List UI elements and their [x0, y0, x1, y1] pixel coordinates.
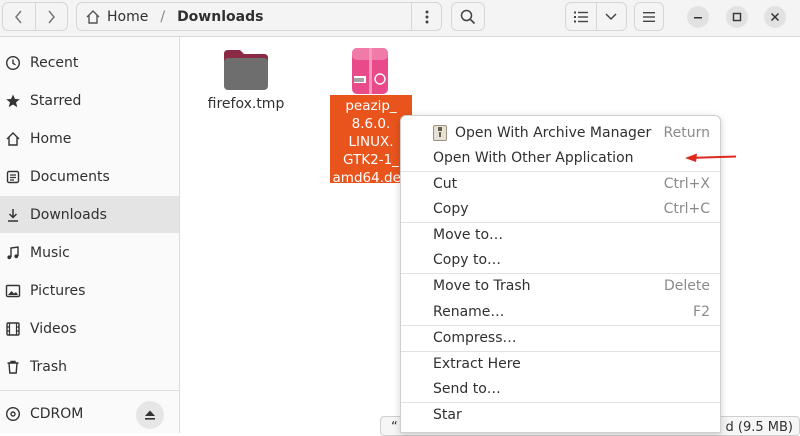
sidebar-item-downloads[interactable]: Downloads	[0, 196, 179, 233]
menu-item-label: Open With Other Application	[433, 149, 634, 166]
menu-item-accel: Ctrl+C	[663, 200, 710, 217]
sidebar-item-label: Trash	[30, 358, 67, 375]
sidebar-item-label: Music	[30, 244, 70, 261]
navigation-buttons	[2, 2, 68, 31]
file-name-line: peazip_	[345, 98, 397, 114]
menu-item-label: Rename…	[433, 303, 505, 320]
menu-item-star[interactable]: Star	[401, 402, 720, 427]
sidebar-item-label: Downloads	[30, 206, 107, 223]
sidebar-divider	[0, 390, 179, 391]
sidebar-item-label: Recent	[30, 54, 79, 71]
minimize-button[interactable]	[687, 6, 709, 28]
path-bar: Home / Downloads	[76, 2, 442, 31]
chevron-right-icon	[48, 10, 56, 23]
trash-icon	[5, 359, 21, 375]
context-menu: Open With Archive Manager Return Open Wi…	[400, 115, 721, 433]
list-view-button[interactable]	[566, 3, 597, 30]
close-button[interactable]	[764, 6, 786, 28]
sidebar-item-label: Documents	[30, 168, 110, 185]
eject-icon	[145, 410, 155, 420]
menu-item-move-to-trash[interactable]: Move to Trash Delete	[401, 273, 720, 298]
menu-item-accel: Delete	[664, 277, 710, 294]
menu-item-label: Send to…	[433, 380, 501, 397]
menu-item-label: Open With Archive Manager	[455, 124, 652, 141]
menu-item-send-to[interactable]: Send to…	[401, 376, 720, 401]
chevron-left-icon	[14, 10, 22, 23]
main-menu-button[interactable]	[634, 2, 664, 31]
menu-item-accel: Ctrl+X	[663, 175, 710, 192]
file-item-firefox-tmp[interactable]: firefox.tmp	[206, 48, 286, 112]
menu-item-label: Star	[433, 406, 462, 423]
menu-item-label: Move to…	[433, 226, 504, 243]
menu-item-label: Compress…	[433, 329, 517, 346]
path-home-label: Home	[107, 8, 149, 25]
kebab-menu-icon	[425, 10, 428, 23]
menu-item-rename[interactable]: Rename… F2	[401, 299, 720, 324]
menu-item-accel: F2	[693, 303, 710, 320]
menu-item-label: Move to Trash	[433, 277, 531, 294]
menu-item-move-to[interactable]: Move to…	[401, 222, 720, 247]
music-icon	[5, 245, 21, 261]
menu-item-open-with-other-application[interactable]: Open With Other Application	[401, 145, 720, 170]
chevron-down-icon	[605, 12, 617, 20]
view-switcher	[565, 2, 627, 31]
header-bar: Home / Downloads	[0, 0, 800, 37]
list-view-icon	[573, 11, 588, 22]
video-icon	[5, 321, 21, 337]
menu-item-accel: Return	[663, 124, 710, 141]
path-separator: /	[160, 8, 166, 25]
search-icon	[460, 9, 476, 24]
sidebar-item-videos[interactable]: Videos	[0, 310, 179, 347]
clock-icon	[5, 55, 21, 71]
minimize-icon	[694, 17, 702, 19]
menu-item-label: Copy to…	[433, 251, 502, 268]
close-icon	[770, 12, 780, 22]
sidebar-item-home[interactable]: Home	[0, 120, 179, 157]
back-button[interactable]	[3, 3, 36, 30]
path-current[interactable]: Downloads	[177, 9, 263, 25]
menu-item-compress[interactable]: Compress…	[401, 325, 720, 350]
package-icon	[352, 48, 388, 94]
annotation-arrow-icon	[685, 153, 737, 162]
sidebar-item-recent[interactable]: Recent	[0, 44, 179, 81]
forward-button[interactable]	[36, 3, 68, 30]
menu-item-copy-to[interactable]: Copy to…	[401, 247, 720, 272]
sidebar-item-label: CDROM	[30, 405, 84, 422]
view-options-button[interactable]	[597, 3, 627, 30]
sidebar-item-music[interactable]: Music	[0, 234, 179, 271]
file-name: firefox.tmp	[207, 96, 285, 112]
eject-button[interactable]	[136, 401, 164, 429]
picture-icon	[5, 283, 21, 299]
menu-item-extract-here[interactable]: Extract Here	[401, 351, 720, 376]
maximize-icon	[732, 12, 742, 22]
menu-item-copy[interactable]: Copy Ctrl+C	[401, 196, 720, 221]
folder-icon	[224, 50, 268, 90]
menu-item-label: Extract Here	[433, 355, 521, 372]
menu-item-label: Cut	[433, 175, 458, 192]
search-button[interactable]	[451, 2, 485, 31]
star-icon	[5, 93, 21, 109]
maximize-button[interactable]	[726, 6, 748, 28]
sidebar-item-label: Starred	[30, 92, 82, 109]
disc-icon	[5, 406, 21, 422]
archive-manager-icon	[433, 124, 447, 141]
sidebar: Recent Starred Home Documents Downloads …	[0, 37, 180, 433]
download-icon	[5, 207, 21, 223]
menu-item-label: Copy	[433, 200, 469, 217]
hamburger-menu-icon	[643, 11, 655, 22]
sidebar-item-documents[interactable]: Documents	[0, 158, 179, 195]
document-icon	[5, 169, 21, 185]
sidebar-item-pictures[interactable]: Pictures	[0, 272, 179, 309]
sidebar-item-label: Home	[30, 130, 72, 147]
menu-item-cut[interactable]: Cut Ctrl+X	[401, 171, 720, 196]
home-icon	[5, 131, 21, 147]
path-menu-button[interactable]	[411, 3, 441, 30]
sidebar-item-label: Pictures	[30, 282, 86, 299]
path-home-button[interactable]: Home	[77, 3, 148, 30]
sidebar-item-trash[interactable]: Trash	[0, 348, 179, 385]
menu-item-open-with-archive-manager[interactable]: Open With Archive Manager Return	[401, 120, 720, 145]
sidebar-item-label: Videos	[30, 320, 77, 337]
sidebar-item-starred[interactable]: Starred	[0, 82, 179, 119]
home-icon	[86, 9, 100, 24]
